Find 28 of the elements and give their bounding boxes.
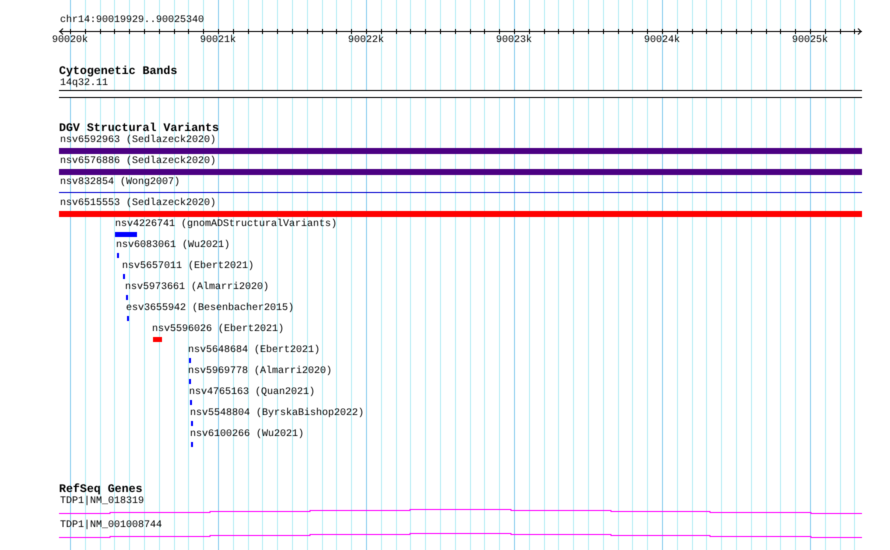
track-title: RefSeq Genes <box>59 483 142 496</box>
variant-label: nsv5548804 (ByrskaBishop2022) <box>190 408 364 420</box>
track-title: DGV Structural Variants <box>59 122 220 135</box>
variant-label: esv3655942 (Besenbacher2015) <box>126 303 294 315</box>
variant-label: nsv6083061 (Wu2021) <box>116 240 230 252</box>
ruler-tick-label: 90024k <box>644 35 680 47</box>
cytoband-label: 14q32.11 <box>60 78 108 90</box>
variant-label: nsv4765163 (Quan2021) <box>189 387 316 399</box>
variant-label: nsv6100266 (Wu2021) <box>190 429 304 441</box>
variant-label: nsv5648684 (Ebert2021) <box>188 345 320 357</box>
gene-label: TDP1|NM_018319 <box>60 496 144 508</box>
variant-label: nsv6592963 (Sedlazeck2020) <box>60 135 216 147</box>
ruler-tick-label: 90022k <box>348 35 384 47</box>
ruler-tick-label: 90020k <box>52 35 88 47</box>
ruler-tick-label: 90021k <box>200 35 236 47</box>
variant-label: nsv5596026 (Ebert2021) <box>152 324 284 336</box>
locus-label: chr14:90019929..90025340 <box>60 14 204 27</box>
variant-label: nsv4226741 (gnomADStructuralVariants) <box>115 219 338 231</box>
variant-label: nsv5657011 (Ebert2021) <box>122 261 254 273</box>
track-title: Cytogenetic Bands <box>59 65 178 78</box>
ruler-tick-label: 90025k <box>792 35 828 47</box>
variant-label: nsv832854 (Wong2007) <box>60 177 180 189</box>
gene-label: TDP1|NM_001008744 <box>60 520 162 532</box>
variant-label: nsv5973661 (Almarri2020) <box>125 282 270 294</box>
variant-label: nsv6515553 (Sedlazeck2020) <box>60 198 216 210</box>
ruler-tick-label: 90023k <box>496 35 532 47</box>
variant-label: nsv5969778 (Almarri2020) <box>188 366 332 378</box>
variant-label: nsv6576886 (Sedlazeck2020) <box>60 156 216 168</box>
